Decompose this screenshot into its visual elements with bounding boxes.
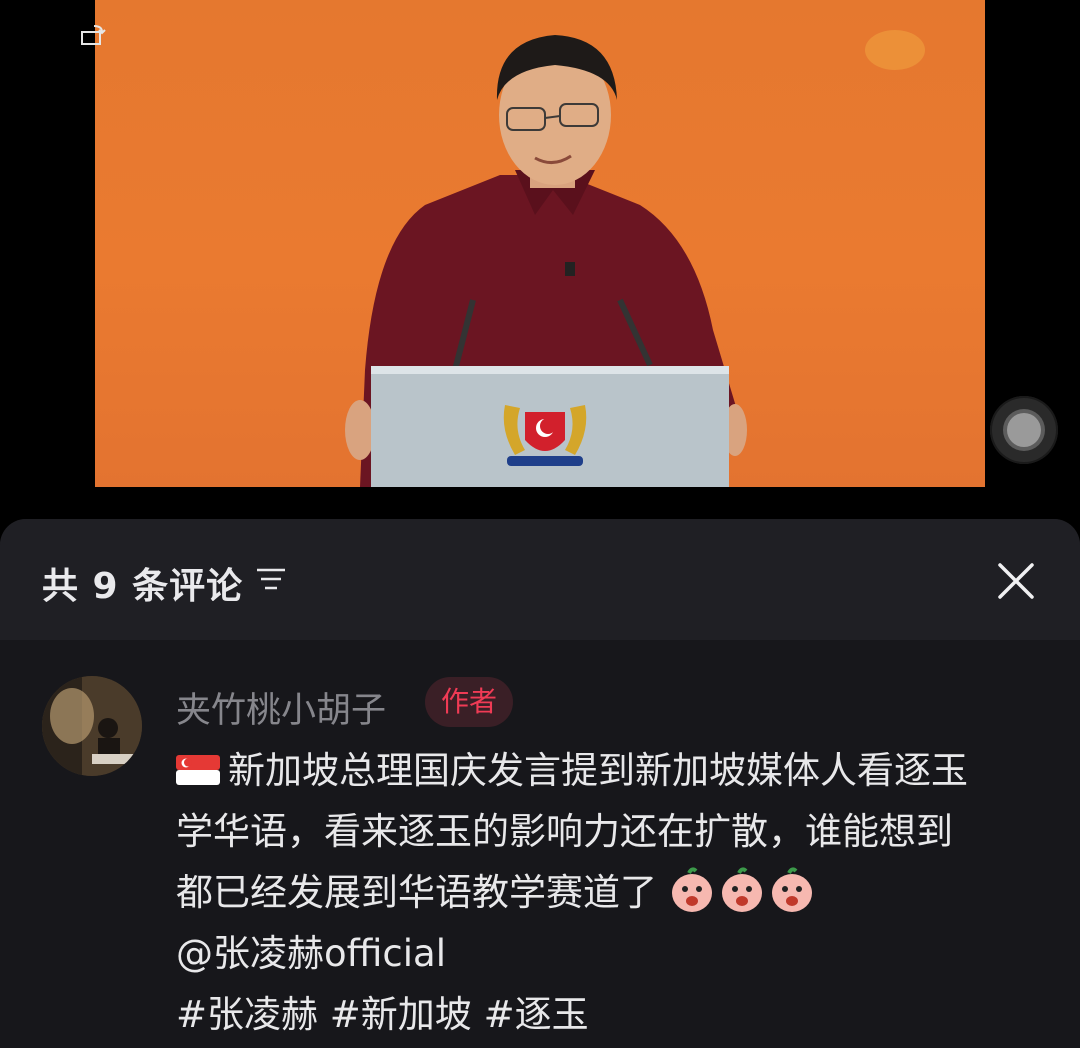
- hashtag-link[interactable]: #逐玉: [484, 993, 589, 1036]
- hashtag-link[interactable]: #新加坡: [330, 993, 472, 1036]
- peach-sticker-icon: [771, 867, 812, 912]
- singapore-crest-icon: [503, 405, 587, 466]
- speaker-photo: [345, 30, 925, 487]
- comment-count-label: 共 9 条评论: [42, 566, 244, 607]
- mention-link[interactable]: @张凌赫official: [176, 932, 446, 975]
- close-icon[interactable]: [994, 559, 1038, 603]
- peach-sticker-icon: [721, 867, 762, 912]
- avatar[interactable]: [42, 676, 142, 776]
- video-frame[interactable]: [95, 0, 985, 487]
- avatar-image: [42, 676, 142, 776]
- comment-text-line-2: 学华语，看来逐玉的影响力还在扩散，谁能想到: [176, 810, 953, 853]
- comment-line-hashtags: #张凌赫 #新加坡 #逐玉: [176, 984, 1046, 1045]
- video-area[interactable]: [0, 0, 1080, 520]
- comment-sheet: 共 9 条评论 夹竹桃小胡子 作者 新加坡总理国庆发言提到新加坡媒体人看逐玉 学…: [0, 519, 1080, 1048]
- comment-text-line-3: 都已经发展到华语教学赛道了: [176, 871, 657, 914]
- comment-line-2: 学华语，看来逐玉的影响力还在扩散，谁能想到: [176, 801, 1046, 862]
- comment-sheet-header: 共 9 条评论: [0, 519, 1080, 640]
- floating-assist-button[interactable]: [990, 396, 1058, 464]
- comment-text-line-1: 新加坡总理国庆发言提到新加坡媒体人看逐玉: [228, 749, 968, 792]
- comment-line-mention: @张凌赫official: [176, 923, 1046, 984]
- filter-icon[interactable]: [255, 567, 287, 591]
- comment-username[interactable]: 夹竹桃小胡子: [176, 682, 386, 733]
- comment-text: 新加坡总理国庆发言提到新加坡媒体人看逐玉 学华语，看来逐玉的影响力还在扩散，谁能…: [176, 740, 1046, 1045]
- hashtag-link[interactable]: #张凌赫: [176, 993, 318, 1036]
- comment-line-3: 都已经发展到华语教学赛道了: [176, 862, 1046, 923]
- comment-item: 夹竹桃小胡子 作者 新加坡总理国庆发言提到新加坡媒体人看逐玉 学华语，看来逐玉的…: [0, 640, 1080, 1048]
- comment-line-1: 新加坡总理国庆发言提到新加坡媒体人看逐玉: [176, 740, 1046, 801]
- rotate-screen-icon[interactable]: [80, 22, 108, 48]
- singapore-flag-icon: [176, 755, 220, 785]
- author-badge: 作者: [425, 677, 513, 727]
- peach-sticker-icon: [671, 867, 712, 912]
